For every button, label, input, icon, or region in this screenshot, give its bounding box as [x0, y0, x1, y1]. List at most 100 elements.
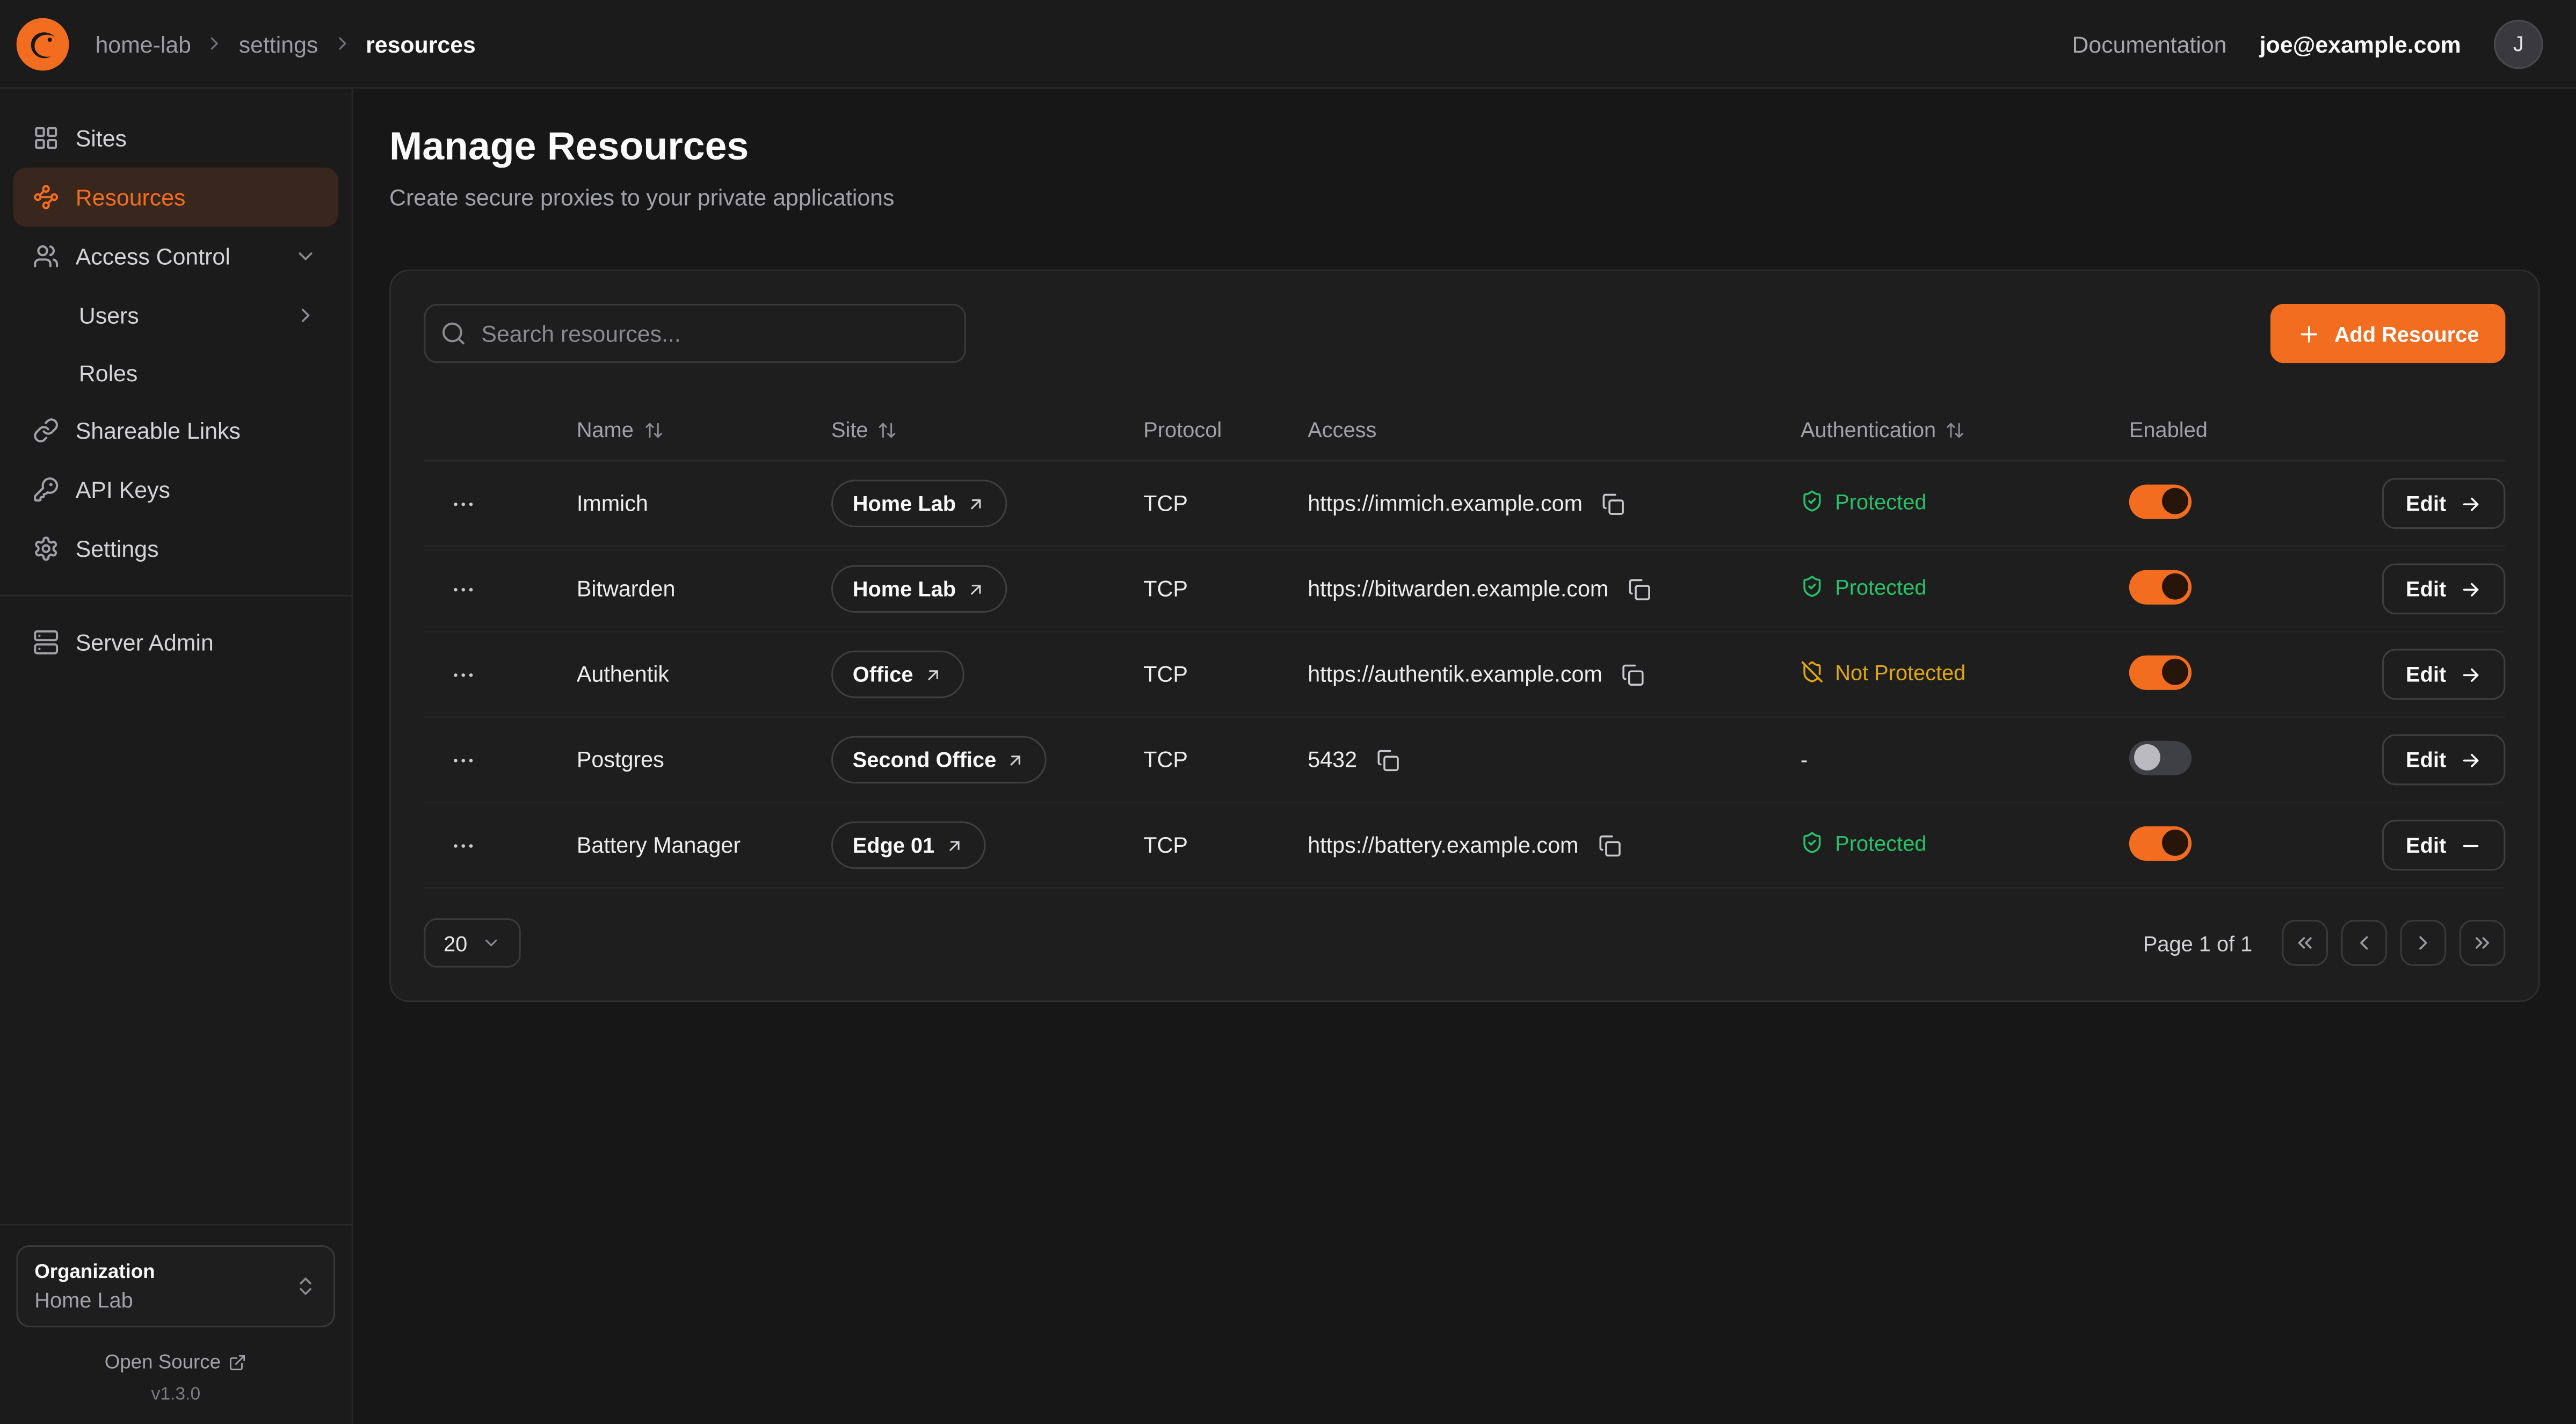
- key-icon: [33, 476, 59, 503]
- row-menu-button[interactable]: [437, 655, 503, 694]
- sidebar-item-access-control[interactable]: Access Control: [13, 227, 338, 286]
- sidebar-item-api-keys[interactable]: API Keys: [13, 460, 338, 519]
- organization-label: Organization: [34, 1260, 155, 1283]
- breadcrumb-resources[interactable]: resources: [366, 31, 476, 57]
- site-link-button[interactable]: Edge 01: [831, 822, 985, 869]
- sort-icon: [878, 420, 898, 440]
- enabled-toggle[interactable]: [2129, 825, 2192, 860]
- sidebar-item-server-admin[interactable]: Server Admin: [13, 613, 338, 672]
- edit-button[interactable]: Edit: [2383, 478, 2505, 529]
- resource-access-url: https://authentik.example.com: [1308, 662, 1602, 687]
- first-page-button[interactable]: [2282, 920, 2328, 966]
- sidebar: Sites Resources Access Control Users: [0, 89, 353, 1424]
- arrow-up-right-icon: [945, 835, 964, 855]
- resource-access-url: https://immich.example.com: [1308, 491, 1583, 516]
- table-header: Name Site Protocol: [424, 399, 2505, 461]
- ellipsis-icon: [450, 576, 476, 602]
- edit-button[interactable]: Edit: [2383, 735, 2505, 786]
- auth-label: Not Protected: [1835, 660, 1965, 685]
- row-menu-button[interactable]: [437, 484, 503, 523]
- app-window: home-lab settings resources Documentatio…: [0, 0, 2576, 1424]
- column-header-name[interactable]: Name: [577, 417, 831, 442]
- search-wrap: [424, 304, 966, 363]
- site-link-button[interactable]: Office: [831, 650, 964, 698]
- ellipsis-icon: [450, 661, 476, 687]
- arrow-up-right-icon: [966, 493, 985, 513]
- row-menu-button[interactable]: [437, 740, 503, 779]
- sidebar-item-label: Server Admin: [76, 631, 214, 654]
- gear-icon: [33, 535, 59, 562]
- site-link-button[interactable]: Home Lab: [831, 479, 1007, 527]
- copy-button[interactable]: [1595, 830, 1624, 860]
- auth-badge: Not Protected: [1801, 660, 1965, 685]
- pager: Page 1 of 1: [2143, 920, 2506, 966]
- edit-button[interactable]: Edit: [2383, 820, 2505, 871]
- waypoints-icon: [33, 184, 59, 210]
- site-link-button[interactable]: Second Office: [831, 736, 1047, 784]
- sidebar-item-sites[interactable]: Sites: [13, 108, 338, 168]
- avatar[interactable]: J: [2494, 19, 2543, 68]
- search-icon: [440, 321, 467, 347]
- row-menu-button[interactable]: [437, 569, 503, 608]
- row-menu-button[interactable]: [437, 825, 503, 864]
- breadcrumb-settings[interactable]: settings: [239, 31, 318, 57]
- chevrons-right-icon: [2471, 932, 2494, 955]
- copy-icon: [1628, 577, 1651, 600]
- column-header-access: Access: [1308, 417, 1801, 442]
- resource-name: Postgres: [577, 747, 831, 772]
- organization-selector[interactable]: Organization Home Lab: [17, 1245, 336, 1327]
- edit-button[interactable]: Edit: [2383, 649, 2505, 700]
- shield-check-icon: [1801, 490, 1824, 513]
- sidebar-item-roles[interactable]: Roles: [13, 345, 338, 401]
- page-subtitle: Create secure proxies to your private ap…: [389, 184, 2540, 210]
- enabled-toggle[interactable]: [2129, 740, 2192, 774]
- copy-button[interactable]: [1374, 745, 1403, 774]
- add-resource-label: Add Resource: [2334, 321, 2479, 346]
- column-header-site[interactable]: Site: [831, 417, 1143, 442]
- arrow-right-icon: [2459, 834, 2483, 857]
- resource-name: Bitwarden: [577, 577, 831, 601]
- page-size-select[interactable]: 20: [424, 918, 521, 968]
- enabled-toggle[interactable]: [2129, 569, 2192, 604]
- column-header-authentication[interactable]: Authentication: [1801, 417, 2129, 442]
- topbar: home-lab settings resources Documentatio…: [0, 0, 2576, 89]
- enabled-toggle[interactable]: [2129, 484, 2192, 518]
- chevrons-up-down-icon: [294, 1275, 317, 1298]
- edit-button[interactable]: Edit: [2383, 563, 2505, 614]
- chevron-right-icon: [2412, 932, 2435, 955]
- sidebar-item-label: Shareable Links: [76, 419, 241, 442]
- last-page-button[interactable]: [2459, 920, 2506, 966]
- column-header-protocol: Protocol: [1143, 417, 1308, 442]
- pagination: 20 Page 1 of 1: [424, 918, 2505, 968]
- auth-label: Protected: [1835, 575, 1926, 599]
- next-page-button[interactable]: [2400, 920, 2447, 966]
- documentation-link[interactable]: Documentation: [2072, 31, 2226, 57]
- copy-button[interactable]: [1625, 574, 1655, 604]
- add-resource-button[interactable]: Add Resource: [2270, 304, 2506, 363]
- sidebar-item-settings[interactable]: Settings: [13, 519, 338, 578]
- copy-icon: [1622, 663, 1645, 686]
- table-row: Battery Manager Edge 01 TCP https://batt…: [424, 803, 2505, 889]
- copy-button[interactable]: [1599, 489, 1629, 518]
- breadcrumb-home-lab[interactable]: home-lab: [95, 31, 191, 57]
- site-link-button[interactable]: Home Lab: [831, 565, 1007, 613]
- resource-protocol: TCP: [1143, 662, 1308, 687]
- grid-icon: [33, 125, 59, 151]
- sidebar-item-resources[interactable]: Resources: [13, 168, 338, 227]
- page-info: Page 1 of 1: [2143, 931, 2252, 955]
- auth-label: -: [1801, 747, 1808, 772]
- sidebar-item-users[interactable]: Users: [13, 286, 338, 345]
- shield-check-icon: [1801, 832, 1824, 855]
- auth-badge: Protected: [1801, 831, 1927, 855]
- open-source-link[interactable]: Open Source: [17, 1350, 336, 1374]
- copy-button[interactable]: [1619, 659, 1648, 689]
- search-input[interactable]: [424, 304, 966, 363]
- resource-protocol: TCP: [1143, 577, 1308, 601]
- main-content: Manage Resources Create secure proxies t…: [353, 89, 2576, 1424]
- plus-icon: [2296, 321, 2321, 346]
- prev-page-button[interactable]: [2341, 920, 2388, 966]
- resource-protocol: TCP: [1143, 833, 1308, 858]
- user-email: joe@example.com: [2260, 31, 2461, 57]
- enabled-toggle[interactable]: [2129, 655, 2192, 689]
- sidebar-item-shareable-links[interactable]: Shareable Links: [13, 401, 338, 460]
